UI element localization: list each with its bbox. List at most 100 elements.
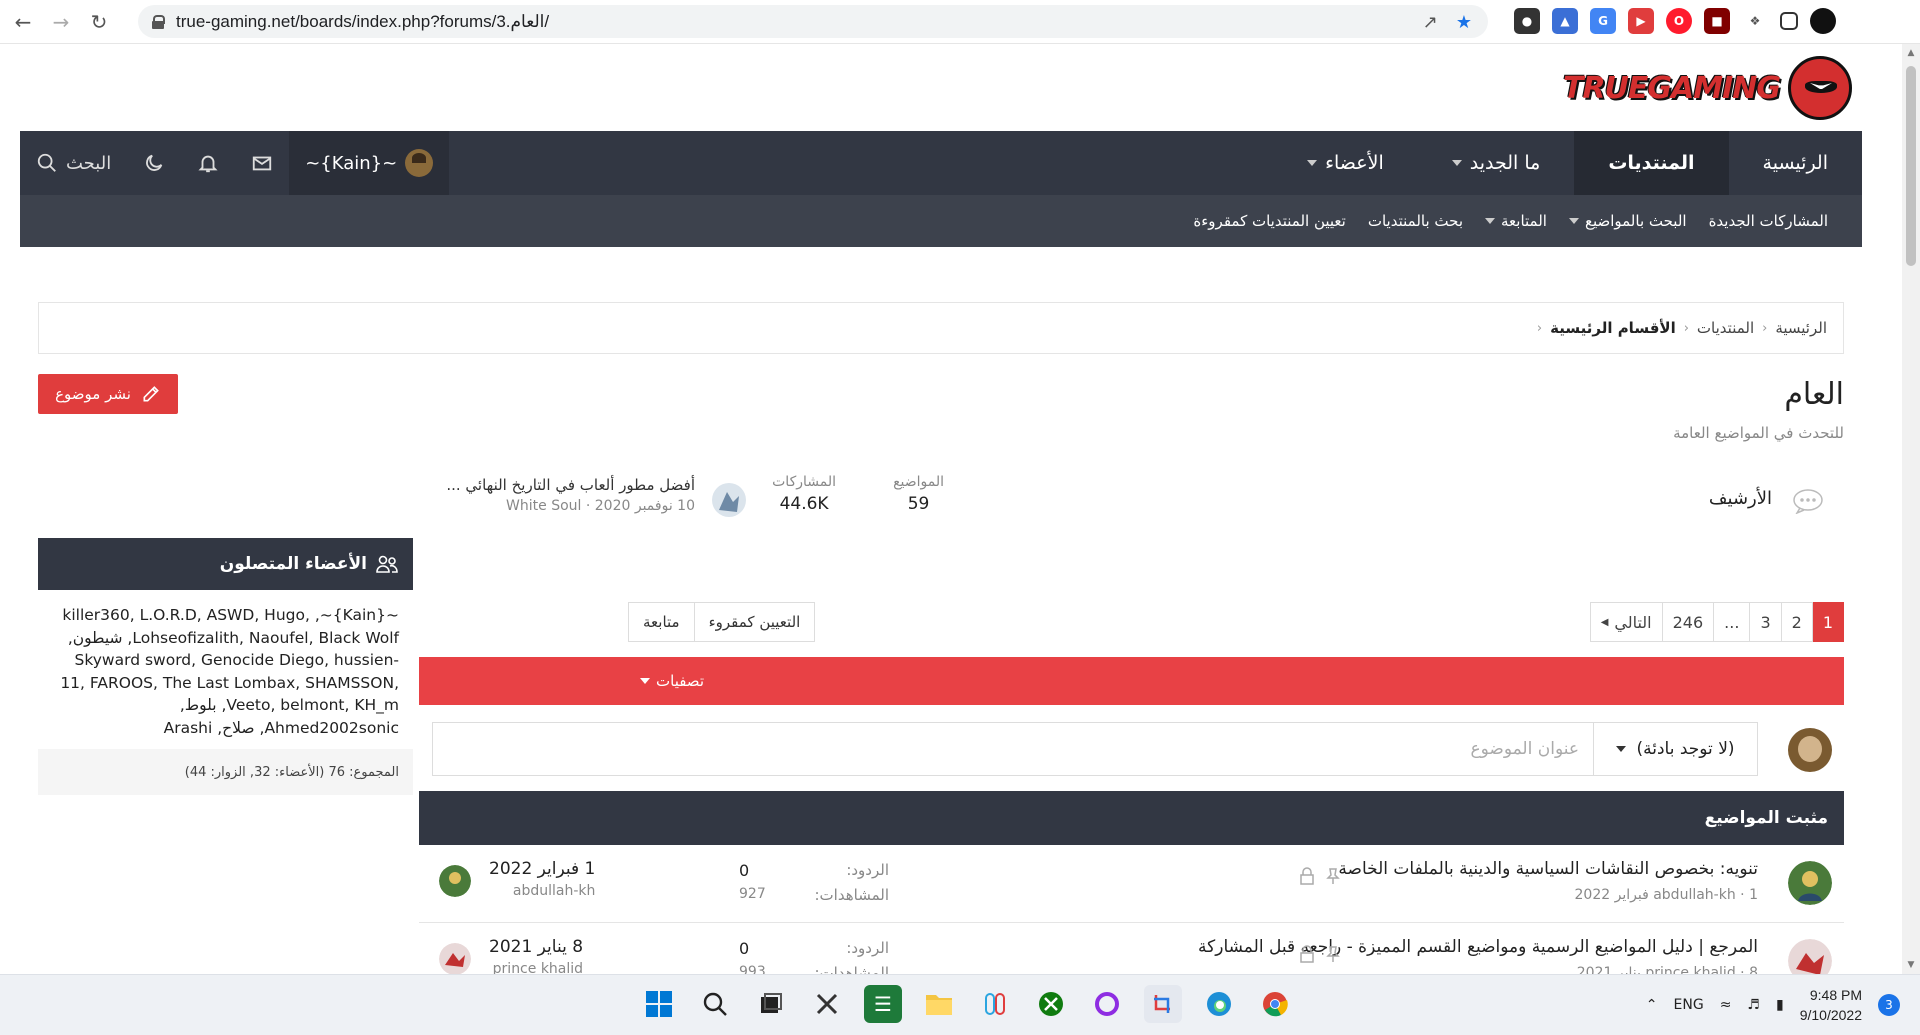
share-icon[interactable]: ↗ — [1423, 12, 1438, 33]
bookmark-star-icon[interactable]: ★ — [1456, 12, 1472, 33]
clock[interactable]: 9:48 PM 9/10/2022 — [1800, 985, 1862, 1025]
last-reply-date[interactable]: 8 يناير 2021 — [489, 937, 583, 957]
chrome-icon[interactable] — [1256, 985, 1294, 1023]
page-scrollbar[interactable]: ▲ ▼ — [1902, 44, 1920, 974]
post-thread-button[interactable]: نشر موضوع — [38, 374, 178, 414]
last-post-title[interactable]: أفضل مطور ألعاب في التاريخ النهائي ... — [435, 476, 695, 494]
nintendo-switch-icon[interactable] — [976, 985, 1014, 1023]
nav-tab-forums[interactable]: المنتديات — [1574, 131, 1729, 195]
chevron-down-icon[interactable] — [1307, 160, 1318, 166]
lock-icon — [152, 14, 165, 29]
filters-button[interactable]: تصفيات — [640, 672, 704, 690]
post-thread-label: نشر موضوع — [55, 385, 131, 403]
last-reply-user[interactable]: abdullah-kh — [489, 883, 596, 899]
thread-title[interactable]: المرجع | دليل المواضيع الرسمية ومواضيع ا… — [1198, 937, 1758, 957]
search-button[interactable]: البحث — [20, 131, 127, 195]
avatar — [1788, 728, 1832, 772]
online-members-list[interactable]: ~{Kain}~, killer360, L.O.R.D, ASWD, Hugo… — [38, 590, 413, 749]
chevron-down-icon[interactable] — [1451, 160, 1462, 166]
page-link[interactable]: 246 — [1661, 602, 1715, 642]
back-icon[interactable]: ← — [8, 7, 38, 37]
username: ~{Kain}~ — [305, 152, 398, 174]
sub-nav-following[interactable]: المتابعة — [1485, 212, 1547, 230]
thread-row[interactable]: تنويه: بخصوص النقاشات السياسية والدينية … — [419, 845, 1844, 923]
forward-icon[interactable]: → — [46, 7, 76, 37]
extension-icon[interactable]: ● — [1514, 8, 1540, 34]
chevron-up-icon[interactable]: ⌃ — [1646, 997, 1658, 1013]
alerts-button[interactable] — [181, 131, 235, 195]
extension-icon[interactable]: ▲ — [1552, 8, 1578, 34]
last-post-avatar[interactable] — [709, 480, 749, 520]
chevron-down-icon[interactable] — [1568, 218, 1579, 224]
language-indicator[interactable]: ENG — [1674, 997, 1704, 1013]
snipping-tool-icon[interactable] — [808, 985, 846, 1023]
breadcrumb-forums[interactable]: المنتديات — [1697, 319, 1754, 337]
threads-label: المواضيع — [893, 474, 944, 490]
avatar[interactable] — [1788, 861, 1832, 905]
scrollbar-thumb[interactable] — [1906, 66, 1916, 266]
site-logo[interactable]: TRUEGAMING — [1563, 56, 1852, 120]
snip-sketch-icon[interactable] — [1144, 985, 1182, 1023]
theme-toggle-button[interactable] — [127, 131, 181, 195]
replies-label: الردود: — [846, 861, 889, 879]
last-post-user[interactable]: White Soul — [506, 498, 581, 514]
wifi-icon[interactable]: ≈ — [1720, 997, 1732, 1013]
page-link[interactable]: 1 — [1811, 602, 1844, 642]
translate-icon[interactable]: G — [1590, 8, 1616, 34]
file-explorer-icon[interactable] — [920, 985, 958, 1023]
scroll-up-icon[interactable]: ▲ — [1906, 48, 1916, 58]
task-view-icon[interactable] — [752, 985, 790, 1023]
thread-title-field[interactable]: (لا توجد بادئة) عنوان الموضوع — [432, 722, 1758, 776]
reload-icon[interactable]: ↻ — [84, 7, 114, 37]
nav-tab-members[interactable]: الأعضاء — [1273, 131, 1418, 195]
side-panel-icon[interactable] — [1780, 12, 1798, 30]
battery-icon[interactable]: ▮ — [1776, 997, 1784, 1013]
last-reply-date[interactable]: 1 فبراير 2022 — [489, 859, 595, 879]
page-ellipsis[interactable]: ... — [1713, 602, 1751, 642]
address-bar[interactable]: true-gaming.net/boards/index.php?forums/… — [138, 5, 1488, 38]
breadcrumb-section[interactable]: الأقسام الرئيسية — [1550, 319, 1676, 337]
thread-author[interactable]: abdullah-kh — [1653, 887, 1736, 903]
chevron-down-icon — [640, 678, 650, 684]
cortana-icon[interactable] — [1088, 985, 1126, 1023]
start-icon[interactable] — [640, 985, 678, 1023]
ublock-icon[interactable]: ■ — [1704, 8, 1730, 34]
mark-read-button[interactable]: التعيين كمقروء — [693, 602, 816, 642]
last-reply: 1 فبراير 2022 abdullah-kh — [489, 859, 595, 899]
avatar[interactable] — [439, 943, 471, 975]
nav-tab-whats-new[interactable]: ما الجديد — [1418, 131, 1575, 195]
sub-nav-search-threads[interactable]: البحث بالمواضيع — [1568, 212, 1687, 230]
opera-icon[interactable]: O — [1666, 8, 1692, 34]
notification-badge[interactable]: 3 — [1878, 994, 1900, 1016]
extension-icon[interactable]: ▶ — [1628, 8, 1654, 34]
extensions-puzzle-icon[interactable]: ❖ — [1742, 8, 1768, 34]
xbox-icon[interactable] — [1032, 985, 1070, 1023]
search-icon[interactable] — [696, 985, 734, 1023]
sub-nav-search-forums[interactable]: بحث بالمنتديات — [1368, 212, 1463, 230]
prefix-select[interactable]: (لا توجد بادئة) — [1593, 723, 1757, 775]
edge-icon[interactable] — [1200, 985, 1238, 1023]
nav-tab-home[interactable]: الرئيسية — [1729, 131, 1862, 195]
user-menu-button[interactable]: ~{Kain}~ — [289, 131, 450, 195]
thread-title-placeholder: عنوان الموضوع — [1470, 739, 1579, 759]
sub-nav-mark-read[interactable]: تعيين المنتديات كمقروءة — [1193, 212, 1345, 230]
page-link[interactable]: 2 — [1780, 602, 1813, 642]
inbox-button[interactable] — [235, 131, 289, 195]
volume-icon[interactable]: ♬ — [1747, 997, 1760, 1013]
sub-forum-name[interactable]: الأرشيف — [1709, 488, 1772, 509]
thread-title[interactable]: تنويه: بخصوص النقاشات السياسية والدينية … — [1338, 859, 1758, 879]
page-link[interactable]: 3 — [1749, 602, 1782, 642]
taskbar: ☰ ⌃ ENG ≈ ♬ ▮ 9:48 PM 9/10/2022 3 — [0, 974, 1920, 1035]
next-page-button[interactable]: التالي ◀ — [1589, 602, 1663, 642]
scroll-down-icon[interactable]: ▼ — [1906, 960, 1916, 970]
breadcrumb-home[interactable]: الرئيسية — [1775, 319, 1827, 337]
online-members-title[interactable]: الأعضاء المتصلون — [220, 554, 367, 574]
sub-nav-new-posts[interactable]: المشاركات الجديدة — [1709, 212, 1828, 230]
avatar[interactable] — [439, 865, 471, 897]
page-actions: التعيين كمقروء متابعة — [628, 602, 816, 642]
chevron-down-icon[interactable] — [1485, 218, 1495, 224]
follow-button[interactable]: متابعة — [628, 602, 695, 642]
bell-icon — [198, 155, 218, 173]
profile-avatar[interactable] — [1810, 8, 1836, 34]
app-icon[interactable]: ☰ — [864, 985, 902, 1023]
